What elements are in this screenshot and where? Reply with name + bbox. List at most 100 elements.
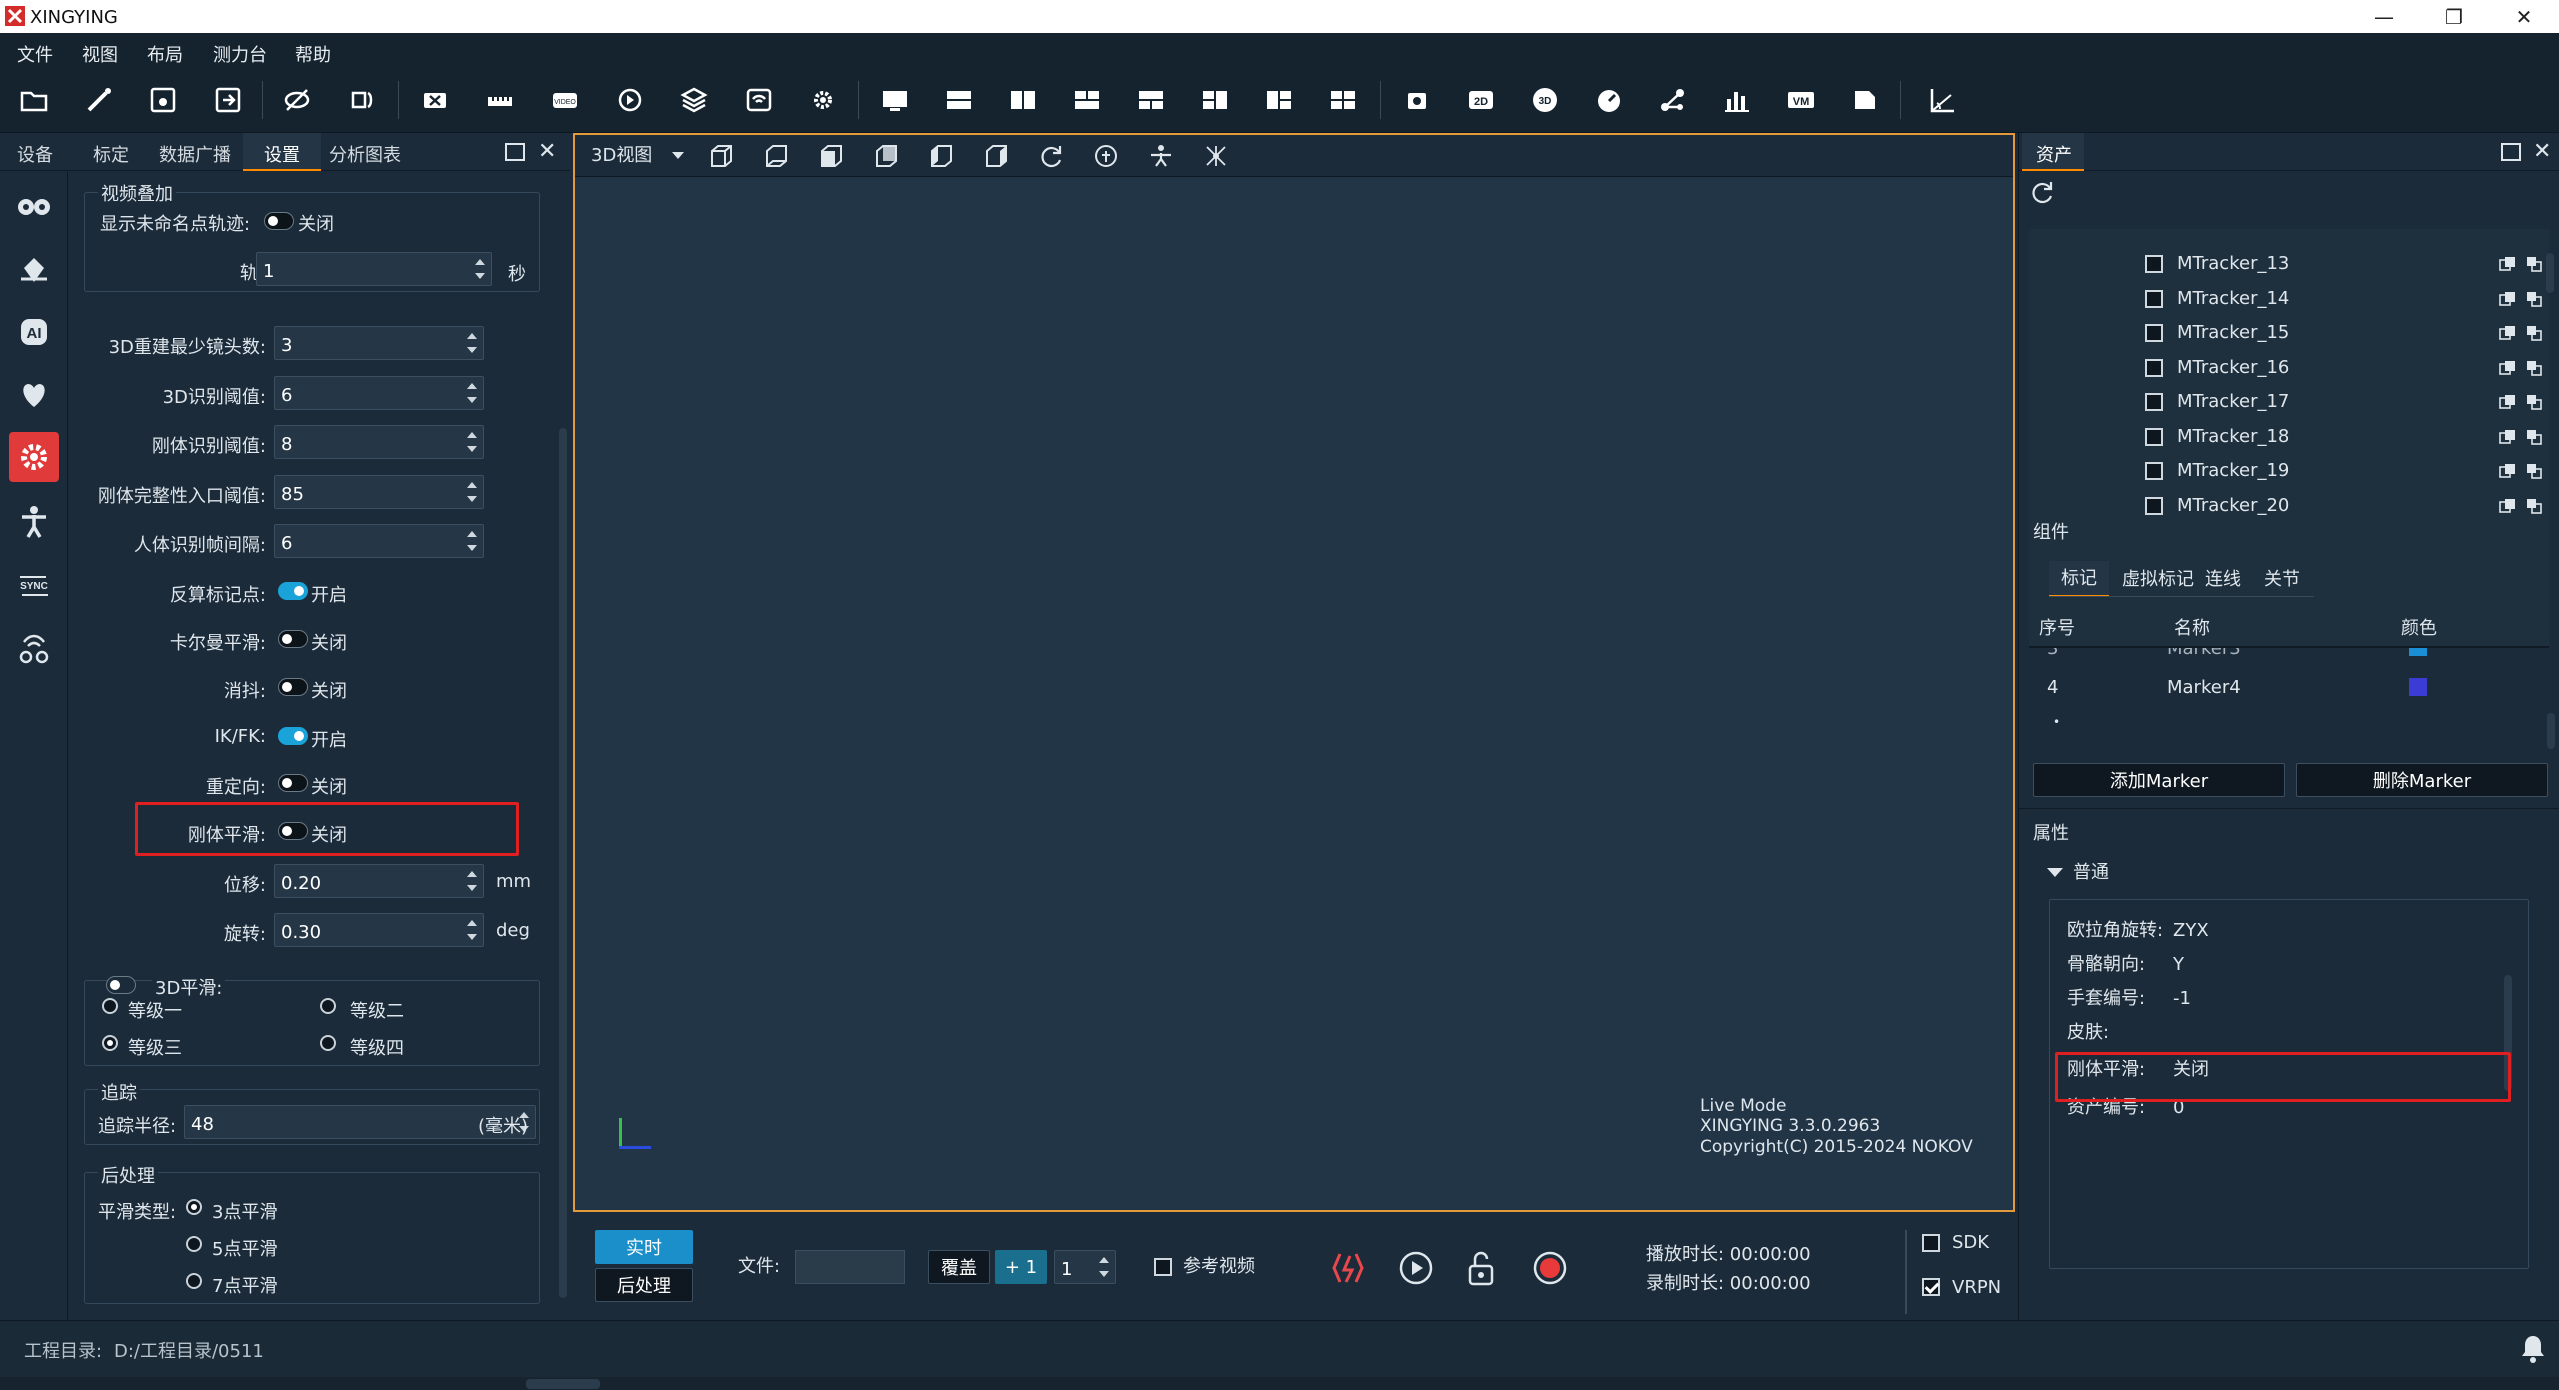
increment-button[interactable]: + 1 [995,1250,1047,1284]
smooth3d-level1-radio[interactable] [102,998,118,1014]
skeleton-link-icon[interactable] [1656,83,1690,117]
camera-sync-icon[interactable] [346,83,380,117]
chevron-down-icon[interactable] [672,152,684,159]
edit-asset-icon[interactable] [2525,393,2543,411]
displacement-spinbox[interactable]: 0.20 [274,864,484,898]
spin-arrows-icon[interactable] [465,478,479,506]
spin-arrows-icon[interactable] [465,428,479,456]
tracker-row[interactable]: MTracker_14 [2029,284,2542,314]
record-icon[interactable] [1533,1251,1567,1285]
settings-scrollbar[interactable] [559,428,567,1298]
info-circle-icon[interactable] [1090,141,1122,171]
count-spinbox[interactable]: 1 [1054,1250,1116,1284]
smooth-5pt-radio[interactable] [186,1236,202,1252]
layout-left-split-icon[interactable] [1198,83,1232,117]
menu-force-plate[interactable]: 测力台 [213,41,267,67]
view-right-icon[interactable] [980,141,1012,171]
layout-grid-icon[interactable] [1326,83,1360,117]
broadcast-icon[interactable] [742,83,776,117]
tracker-checkbox[interactable] [2145,290,2163,308]
min-cameras-spinbox[interactable]: 3 [274,326,484,360]
restore-button[interactable]: ❐ [2419,0,2489,33]
close-panel-icon[interactable]: ✕ [538,141,556,163]
tracker-row[interactable]: MTracker_15 [2029,318,2542,348]
property-value[interactable]: Y [2173,956,2184,974]
kalman-smooth-toggle[interactable] [278,630,308,648]
tracker-checkbox[interactable] [2145,428,2163,446]
vm-icon[interactable]: VM [1784,83,1818,117]
view-mode-label[interactable]: 3D视图 [591,147,652,165]
rigid-body-icon[interactable] [14,250,54,290]
3d-viewport[interactable] [573,133,2015,1212]
unlock-icon[interactable] [1466,1250,1496,1286]
trail-time-spinbox[interactable]: 1 [256,252,492,286]
tracker-checkbox[interactable] [2145,255,2163,273]
table-row[interactable]: 3 Marker3 [2029,648,2549,660]
bar-chart-icon[interactable] [1720,83,1754,117]
speed-gauge-icon[interactable] [1592,83,1626,117]
play-icon[interactable] [1399,1251,1433,1285]
realtime-button[interactable]: 实时 [595,1230,693,1264]
camera-group-icon[interactable] [14,187,54,227]
sdk-checkbox[interactable] [1922,1234,1940,1252]
copy-icon[interactable] [2499,359,2517,377]
tracker-row[interactable]: MTracker_18 [2029,422,2542,452]
spin-arrows-icon[interactable] [465,527,479,555]
body-frame-interval-spinbox[interactable]: 6 [274,524,484,558]
tab-calibration[interactable]: 标定 [76,133,146,171]
view-3d-icon[interactable]: 3D [1528,83,1562,117]
edit-asset-icon[interactable] [2525,359,2543,377]
ai-icon[interactable]: AI [14,312,54,352]
components-scrollbar[interactable] [2547,713,2555,749]
float-panel-icon[interactable] [505,143,525,161]
close-window-button[interactable]: ✕ [2489,0,2559,33]
ruler-icon[interactable] [483,83,517,117]
view-bottom-icon[interactable] [760,141,792,171]
document-icon[interactable] [1848,83,1882,117]
smooth3d-toggle[interactable] [106,976,136,994]
view-front-icon[interactable] [815,141,847,171]
camera-off-icon[interactable] [418,83,452,117]
hide-view-icon[interactable] [280,83,314,117]
file-input[interactable] [795,1250,905,1284]
video-icon[interactable]: VIDEO [548,83,582,117]
rotation-spinbox[interactable]: 0.30 [274,913,484,947]
heart-icon[interactable] [14,375,54,415]
copy-icon[interactable] [2499,462,2517,480]
sync-icon[interactable]: SYNC [14,565,54,605]
tab-joints[interactable]: 关节 [2264,571,2300,589]
horizontal-scrollbar[interactable] [526,1379,600,1389]
copy-icon[interactable] [2499,428,2517,446]
menu-help[interactable]: 帮助 [295,41,331,67]
edit-asset-icon[interactable] [2525,428,2543,446]
spin-arrows-icon[interactable] [473,255,487,283]
wireless-device-icon[interactable] [14,627,54,667]
chevron-down-icon[interactable] [2047,868,2063,877]
edit-asset-icon[interactable] [2525,462,2543,480]
tab-settings[interactable]: 设置 [243,133,321,171]
copy-icon[interactable] [2499,255,2517,273]
float-panel-icon[interactable] [2501,143,2521,161]
delete-marker-button[interactable]: 删除Marker [2296,763,2548,797]
view-left-icon[interactable] [925,141,957,171]
open-folder-icon[interactable] [17,83,51,117]
postprocess-button[interactable]: 后处理 [595,1268,693,1302]
spin-arrows-icon[interactable] [465,329,479,357]
tracker-row[interactable]: MTracker_16 [2029,353,2542,383]
tracker-row[interactable]: MTracker_20 [2029,491,2542,521]
settings-gear-icon[interactable] [9,432,59,482]
minimize-button[interactable]: — [2349,0,2419,33]
edit-asset-icon[interactable] [2525,324,2543,342]
tab-assets[interactable]: 资产 [2022,133,2084,171]
layout-rows-icon[interactable] [942,83,976,117]
back-calc-marker-toggle[interactable] [278,582,308,600]
tracker-row[interactable]: MTracker_17 [2029,387,2542,417]
ikfk-toggle[interactable] [278,727,308,745]
tracker-checkbox[interactable] [2145,324,2163,342]
3d-threshold-spinbox[interactable]: 6 [274,376,484,410]
close-panel-icon[interactable]: ✕ [2533,141,2551,163]
marker-links-icon[interactable] [1200,141,1232,171]
axis-angle-icon[interactable] [1925,83,1959,117]
rigid-integrity-spinbox[interactable]: 85 [274,475,484,509]
layout-right-split-icon[interactable] [1262,83,1296,117]
